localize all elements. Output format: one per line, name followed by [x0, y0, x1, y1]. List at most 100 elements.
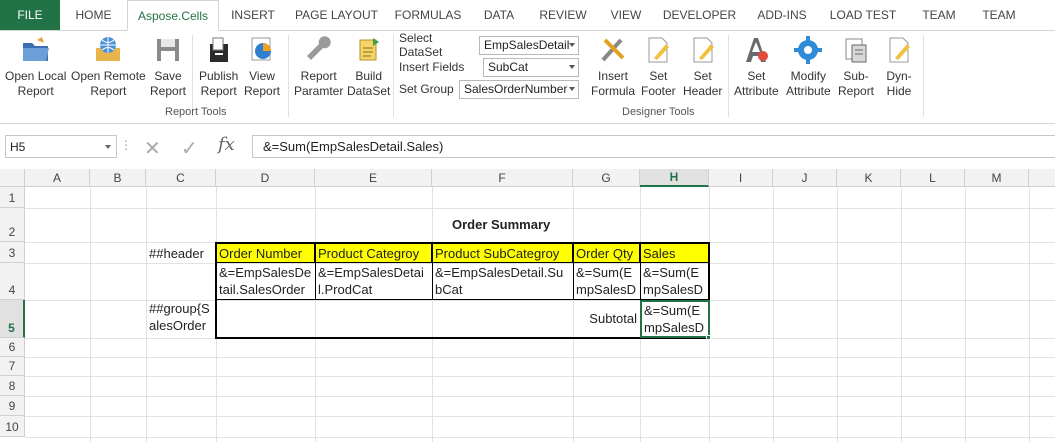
tab-team-2[interactable]: TEAM [971, 0, 1027, 30]
tab-load-test[interactable]: LOAD TEST [819, 0, 907, 30]
row-header-9[interactable]: 9 [0, 396, 25, 416]
publish-icon [209, 37, 228, 62]
attribute-icon [746, 38, 769, 62]
column-header-i[interactable]: I [709, 169, 773, 187]
tab-file[interactable]: FILE [0, 0, 60, 30]
ribbon: Open Local Report Open Remote Report Sav… [0, 31, 1055, 124]
gridline [25, 396, 1055, 397]
cell-h5-selected[interactable]: &=Sum(E mpSalesD [640, 300, 710, 338]
gridline [25, 357, 1055, 358]
open-remote-report-button[interactable]: Open Remote Report [71, 34, 146, 99]
row-header-5[interactable]: 5 [0, 300, 25, 338]
insert-fields-row: Insert Fields SubCat [399, 57, 579, 77]
formula-bar: H5 ⋮ ✕ ✓ fx &=Sum(EmpSalesDetail.Sales) [0, 124, 1055, 169]
tab-insert[interactable]: INSERT [219, 0, 287, 30]
modify-attribute-button[interactable]: Modify Attribute [786, 34, 831, 99]
tab-aspose-cells[interactable]: Aspose.Cells [127, 0, 219, 31]
view-report-button[interactable]: View Report [244, 34, 280, 99]
designer-tools-group-label: Designer Tools [622, 106, 695, 118]
page-edit-icon [889, 37, 910, 63]
formula-input[interactable]: &=Sum(EmpSalesDetail.Sales) [252, 135, 1055, 158]
cell-c5[interactable]: ##group{S alesOrder [147, 300, 215, 334]
separator [393, 35, 394, 117]
open-local-report-button[interactable]: Open Local Report [5, 34, 66, 99]
cell-g5-subtotal[interactable]: Subtotal [575, 310, 639, 327]
row-header-1[interactable]: 1 [0, 187, 25, 208]
cell-c3[interactable]: ##header [147, 245, 204, 262]
column-header-c[interactable]: C [146, 169, 216, 187]
cell-h3-sales[interactable]: Sales [640, 243, 708, 263]
column-header-b[interactable]: B [90, 169, 146, 187]
insert-function-icon[interactable]: fx [218, 134, 235, 155]
row-header-6[interactable]: 6 [0, 338, 25, 357]
row-header-4[interactable]: 4 [0, 263, 25, 300]
build-dataset-icon [359, 38, 379, 61]
cancel-icon[interactable]: ✕ [144, 136, 161, 161]
column-header-g[interactable]: G [573, 169, 640, 187]
row-header-8[interactable]: 8 [0, 376, 25, 396]
page-edit-icon [693, 37, 714, 63]
cell-d4[interactable]: &=EmpSalesDe tail.SalesOrder [217, 264, 314, 298]
cell-e4[interactable]: &=EmpSalesDetai l.ProdCat [316, 264, 431, 298]
tab-home[interactable]: HOME [60, 0, 127, 30]
tab-page-layout[interactable]: PAGE LAYOUT [287, 0, 386, 30]
row-header-10[interactable]: 10 [0, 416, 25, 437]
report-title[interactable]: Order Summary [450, 216, 550, 233]
column-header-f[interactable]: F [432, 169, 573, 187]
set-group-label: Set Group [399, 82, 454, 96]
insert-fields-combo[interactable]: SubCat [483, 57, 579, 77]
cell-h4[interactable]: &=Sum(E mpSalesD [641, 264, 708, 298]
insert-formula-button[interactable]: Insert Formula [591, 34, 635, 99]
gridline [837, 187, 838, 442]
column-header-l[interactable]: L [901, 169, 965, 187]
column-header-j[interactable]: J [773, 169, 837, 187]
fill-handle[interactable] [706, 335, 711, 340]
sub-report-icon [845, 38, 867, 63]
sub-report-button[interactable]: Sub- Report [838, 34, 874, 99]
dyn-hide-button[interactable]: Dyn- Hide [883, 34, 915, 99]
publish-report-button[interactable]: Publish Report [199, 34, 238, 99]
tab-developer[interactable]: DEVELOPER [654, 0, 745, 30]
tab-add-ins[interactable]: ADD-INS [745, 0, 819, 30]
column-header-h[interactable]: H [640, 169, 709, 187]
ribbon-tabs: FILE HOME Aspose.Cells INSERT PAGE LAYOU… [0, 0, 1055, 31]
cell-f3-product-subcategory[interactable]: Product SubCategroy [432, 243, 574, 263]
tab-team[interactable]: TEAM [907, 0, 971, 30]
cell-f4[interactable]: &=EmpSalesDetail.Su bCat [433, 264, 572, 298]
cell-d3-order-number[interactable]: Order Number [216, 243, 316, 263]
column-header-d[interactable]: D [216, 169, 315, 187]
cell-g4[interactable]: &=Sum(E mpSalesD [574, 264, 639, 298]
build-dataset-button[interactable]: Build DataSet [347, 34, 390, 99]
tab-data[interactable]: DATA [470, 0, 528, 30]
row-header-2[interactable]: 2 [0, 208, 25, 242]
name-box[interactable]: H5 [5, 135, 117, 158]
set-footer-button[interactable]: Set Footer [641, 34, 676, 99]
report-parameter-button[interactable]: Report Paramter [294, 34, 343, 99]
save-report-button[interactable]: Save Report [150, 34, 186, 99]
select-dataset-combo[interactable]: EmpSalesDetail [479, 35, 579, 55]
row-header-7[interactable]: 7 [0, 357, 25, 376]
tab-formulas[interactable]: FORMULAS [386, 0, 470, 30]
tab-view[interactable]: VIEW [598, 0, 654, 30]
cell-e3-product-category[interactable]: Product Categroy [315, 243, 433, 263]
gear-icon [794, 36, 823, 64]
select-dataset-label: Select DataSet [399, 31, 443, 59]
column-header-a[interactable]: A [25, 169, 90, 187]
check-icon[interactable]: ✓ [181, 136, 198, 161]
gridline [25, 208, 1055, 209]
column-header-m[interactable]: M [965, 169, 1029, 187]
set-group-combo[interactable]: SalesOrderNumber [459, 79, 579, 99]
column-header-n[interactable] [1029, 169, 1055, 187]
set-header-button[interactable]: Set Header [683, 34, 722, 99]
column-header-e[interactable]: E [315, 169, 432, 187]
select-dataset-row: Select DataSet EmpSalesDetail [399, 31, 579, 59]
gridline [25, 416, 1055, 417]
set-attribute-button[interactable]: Set Attribute [734, 34, 779, 99]
row-header-3[interactable]: 3 [0, 242, 25, 263]
column-header-k[interactable]: K [837, 169, 901, 187]
select-all-corner[interactable] [0, 169, 25, 187]
tab-review[interactable]: REVIEW [528, 0, 598, 30]
dropdown-arrow-icon [569, 64, 575, 69]
cell-g3-order-qty[interactable]: Order Qty [573, 243, 641, 263]
worksheet-grid: A B C D E F G H I J K L M 1 2 3 4 5 6 7 … [0, 169, 1055, 442]
